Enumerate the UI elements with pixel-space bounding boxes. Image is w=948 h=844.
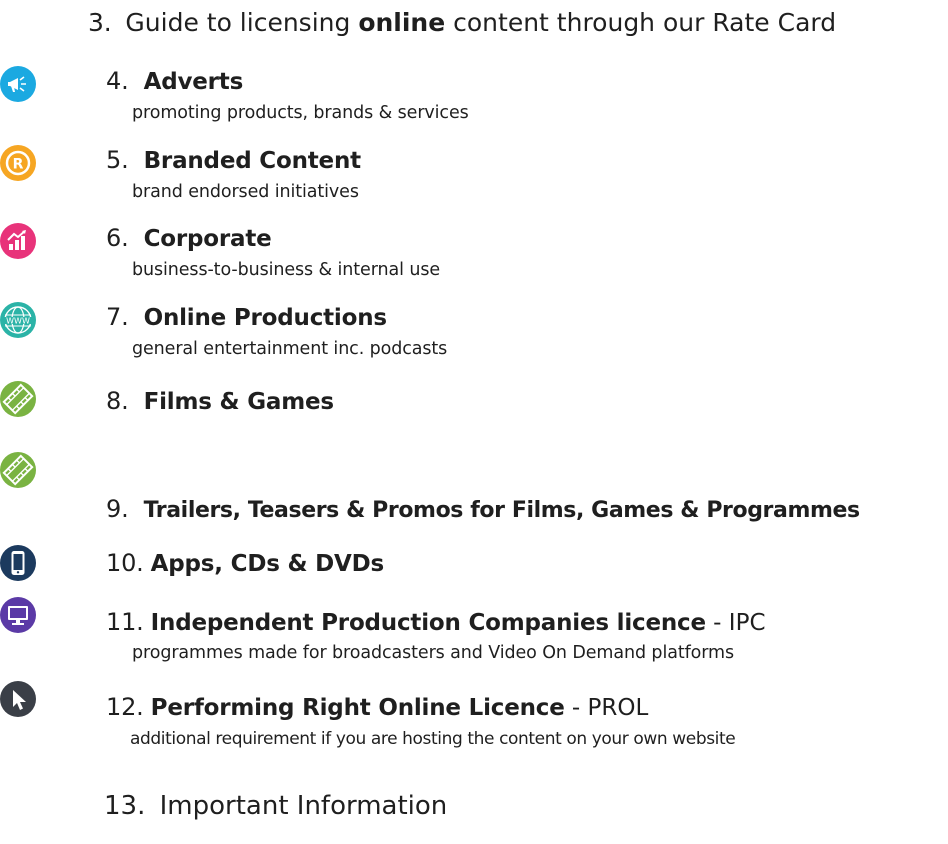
item-subtitle: general entertainment inc. podcasts — [132, 339, 448, 359]
growth-chart-icon — [0, 223, 36, 259]
svg-text:R: R — [13, 157, 24, 173]
heading-suffix: content through our Rate Card — [445, 8, 837, 37]
item-number: 12. — [106, 693, 144, 721]
item-subtitle: business-to-business & internal use — [132, 260, 441, 280]
item-title: Performing Right Online Licence — [150, 695, 565, 721]
heading-number: 3. — [88, 8, 112, 37]
item-number: 5. — [106, 146, 129, 174]
smartphone-icon — [0, 545, 36, 581]
film-strip-icon — [0, 381, 36, 417]
heading-emphasis: online — [358, 8, 446, 37]
footer-number: 13. — [104, 791, 146, 821]
film-strip-icon — [0, 452, 36, 488]
heading-prefix: Guide to licensing — [125, 8, 359, 37]
item-title: Apps, CDs & DVDs — [150, 551, 385, 577]
item-number: 9. — [106, 495, 129, 523]
item-number: 11. — [106, 608, 144, 636]
registered-mark-icon: R — [0, 145, 36, 181]
item-number: 10. — [106, 549, 144, 577]
item-number: 7. — [106, 303, 129, 331]
item-title: Branded Content — [143, 148, 362, 174]
www-globe-icon: WWW — [0, 302, 36, 338]
item-subtitle: additional requirement if you are hostin… — [130, 729, 736, 749]
guide-rate-card-heading[interactable]: 3. Guide to licensing online content thr… — [88, 10, 836, 35]
item-title: Online Productions — [143, 305, 387, 331]
item-title: Films & Games — [143, 389, 334, 415]
item-subtitle: programmes made for broadcasters and Vid… — [132, 643, 735, 663]
important-information-link[interactable]: 13. Important Information — [104, 793, 447, 819]
item-title: Corporate — [143, 226, 272, 252]
item-title: Adverts — [143, 69, 244, 95]
item-title: Trailers, Teasers & Promos for Films, Ga… — [143, 498, 861, 523]
footer-text: Important Information — [159, 791, 448, 821]
megaphone-icon — [0, 66, 36, 102]
item-number: 4. — [106, 67, 129, 95]
item-number: 6. — [106, 224, 129, 252]
svg-text:WWW: WWW — [6, 317, 30, 326]
item-subtitle: promoting products, brands & services — [132, 103, 469, 123]
item-code: - IPC — [705, 610, 766, 636]
item-title: Independent Production Companies licence — [150, 610, 706, 636]
item-code: - PROL — [564, 695, 649, 721]
item-number: 8. — [106, 387, 129, 415]
monitor-icon — [0, 597, 36, 633]
cursor-arrow-icon — [0, 681, 36, 717]
item-subtitle: brand endorsed initiatives — [132, 182, 359, 202]
